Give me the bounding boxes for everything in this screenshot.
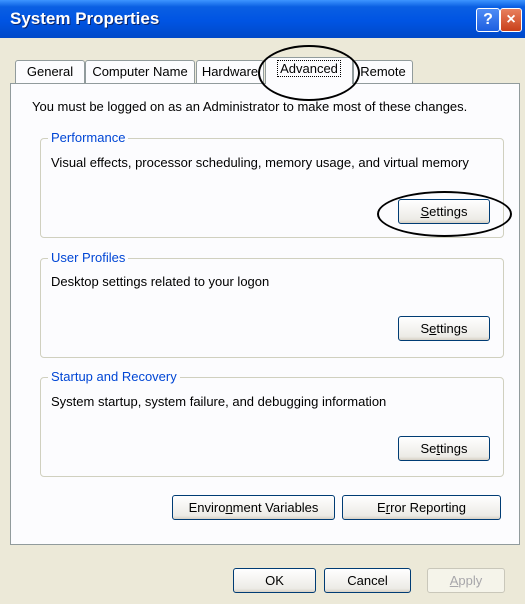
tab-hardware[interactable]: Hardware [196,60,264,83]
admin-notice: You must be logged on as an Administrato… [32,99,468,114]
ok-button[interactable]: OK [233,568,316,593]
label-part: S [420,321,430,336]
tab-remote[interactable]: Remote [353,60,413,83]
startup-recovery-description: System startup, system failure, and debu… [51,394,387,409]
help-button[interactable]: ? [476,8,500,32]
environment-variables-button[interactable]: Environment Variables [172,495,335,520]
label-part: E [377,500,386,515]
tab-general[interactable]: General [15,60,85,83]
label-part: Se [420,441,437,456]
label-part: ror Reporting [390,500,466,515]
system-properties-window: System Properties ? × General Computer N… [0,0,525,604]
window-title: System Properties [10,9,160,28]
label-part: ettings [429,204,468,219]
performance-description: Visual effects, processor scheduling, me… [51,155,469,170]
performance-settings-button[interactable]: Settings [398,199,490,224]
label-part: pply [458,573,483,588]
performance-legend: Performance [48,130,129,145]
close-button[interactable]: × [500,8,522,32]
label-part: ttings [436,321,468,336]
startup-recovery-group [40,377,504,477]
cancel-button[interactable]: Cancel [324,568,411,593]
error-reporting-button[interactable]: Error Reporting [342,495,501,520]
startup-recovery-settings-button[interactable]: Settings [398,436,490,461]
label-part: ment Variables [232,500,319,515]
mnemonic: n [225,500,233,515]
tab-advanced-label: Advanced [277,60,341,77]
user-profiles-description: Desktop settings related to your logon [51,274,270,289]
user-profiles-legend: User Profiles [48,250,129,265]
user-profiles-settings-button[interactable]: Settings [398,316,490,341]
label-part: tings [440,441,468,456]
tab-computer-name[interactable]: Computer Name [85,60,195,83]
startup-recovery-legend: Startup and Recovery [48,369,180,384]
tab-advanced[interactable]: Advanced [265,57,353,84]
user-profiles-group [40,258,504,358]
mnemonic: S [420,204,430,219]
title-bar[interactable]: System Properties ? × [0,0,525,38]
apply-button[interactable]: Apply [427,568,505,593]
label-part: Enviro [188,500,226,515]
